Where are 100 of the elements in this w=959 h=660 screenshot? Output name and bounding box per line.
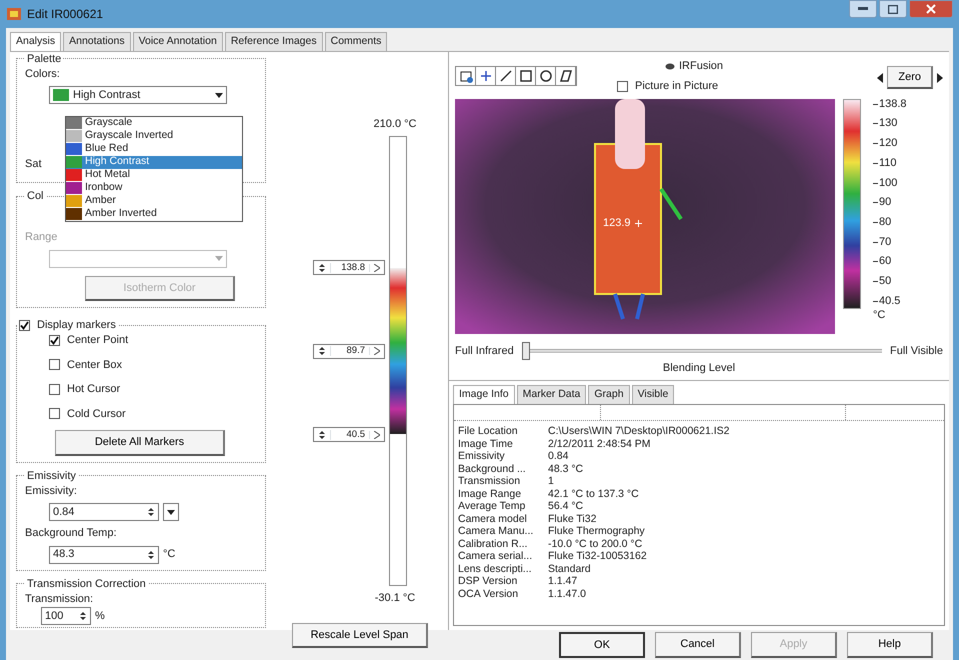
tab[interactable]: Comments bbox=[324, 32, 388, 51]
app-icon bbox=[6, 7, 22, 21]
table-cell: 1.1.47.0 bbox=[548, 588, 586, 600]
left-arrow-icon[interactable] bbox=[877, 72, 884, 82]
table-cell-text: Lens descripti... bbox=[458, 562, 533, 575]
tab[interactable]: Marker Data bbox=[516, 385, 586, 404]
dialog-button[interactable]: OK bbox=[559, 632, 645, 658]
group-title: Col bbox=[26, 189, 45, 203]
tab[interactable]: Image Info bbox=[453, 385, 515, 404]
chevron-icon bbox=[374, 347, 380, 356]
level-marker-handle[interactable]: 138.8 bbox=[313, 260, 385, 276]
scale-tick-label: 100 bbox=[873, 178, 907, 188]
slider-thumb[interactable] bbox=[522, 342, 530, 360]
dialog-button[interactable]: Cancel bbox=[655, 632, 741, 658]
checkbox-label: Display markers bbox=[37, 318, 116, 332]
polygon-tool-icon[interactable] bbox=[558, 68, 572, 83]
minimize-button[interactable] bbox=[849, 0, 877, 18]
background-temp-spinbox[interactable]: 48.3 bbox=[49, 546, 159, 564]
tab[interactable]: Analysis bbox=[10, 32, 62, 51]
checkbox[interactable] bbox=[19, 320, 30, 330]
dropdown-option[interactable]: Grayscale bbox=[66, 116, 242, 130]
checkbox[interactable] bbox=[49, 334, 60, 346]
table-cell: 48.3 °C bbox=[548, 462, 584, 475]
field-label: Sat bbox=[25, 157, 42, 172]
delete-markers-button[interactable]: Delete All Markers bbox=[55, 430, 225, 456]
level-marker-handle[interactable]: 89.7 bbox=[313, 344, 385, 359]
dropdown-option[interactable]: Ironbow bbox=[66, 182, 242, 195]
checkbox-label: Cold Cursor bbox=[67, 406, 126, 422]
group-title: Palette bbox=[26, 52, 62, 66]
tab[interactable]: Visible bbox=[632, 385, 674, 404]
spinner-arrows-icon[interactable] bbox=[318, 262, 326, 273]
checkbox-label: Center Point bbox=[67, 333, 128, 348]
scale-tick-label: 50 bbox=[873, 276, 907, 287]
dropdown-option[interactable]: Grayscale Inverted bbox=[66, 130, 242, 143]
maximize-button[interactable] bbox=[879, 0, 907, 18]
level-span-track[interactable] bbox=[389, 136, 407, 586]
level-marker-handle[interactable]: 40.5 bbox=[313, 427, 385, 442]
emissivity-spinbox[interactable]: 0.84 bbox=[49, 503, 159, 521]
tab[interactable]: Graph bbox=[588, 385, 630, 404]
rectangle-tool-icon[interactable] bbox=[518, 68, 532, 83]
table-cell: Standard bbox=[548, 562, 591, 575]
table-cell: Fluke Thermography bbox=[548, 525, 645, 538]
dropdown-option[interactable]: Hot Metal bbox=[66, 168, 242, 182]
table-cell-text: Average Temp bbox=[458, 500, 526, 512]
scale-tick-label: 130 bbox=[873, 118, 907, 130]
field-label: Emissivity: bbox=[25, 484, 78, 498]
table-cell-text: File Location bbox=[458, 425, 519, 438]
line-tool-icon[interactable] bbox=[498, 68, 512, 83]
table-cell-text: Camera serial... bbox=[458, 550, 534, 562]
tab[interactable]: Voice Annotation bbox=[132, 32, 223, 51]
ellipse-tool-icon[interactable] bbox=[538, 68, 552, 83]
scale-tick-label: 90 bbox=[873, 197, 907, 208]
scale-tick-label: 70 bbox=[873, 236, 907, 248]
tab[interactable]: Reference Images bbox=[224, 32, 323, 51]
checkbox[interactable] bbox=[617, 81, 628, 92]
table-cell: 56.4 °C bbox=[548, 500, 584, 512]
checkbox[interactable] bbox=[49, 359, 60, 370]
spinner-arrows-icon[interactable] bbox=[318, 346, 326, 356]
table-cell: 42.1 °C to 137.3 °C bbox=[548, 488, 639, 500]
unit-label: % bbox=[95, 608, 105, 624]
dialog-button[interactable]: Help bbox=[847, 632, 933, 658]
scale-max-label: 210.0 °C bbox=[374, 116, 416, 132]
spinner-arrows-icon[interactable] bbox=[147, 507, 155, 517]
dropdown-option[interactable]: High Contrast bbox=[66, 156, 242, 169]
field-label: Background Temp: bbox=[25, 526, 118, 541]
dropdown-button[interactable] bbox=[163, 503, 179, 521]
section-label: IRFusion bbox=[679, 58, 724, 74]
table-cell-text: Transmission bbox=[458, 475, 522, 488]
field-value: High Contrast bbox=[73, 88, 142, 103]
checkbox-label: Picture in Picture bbox=[635, 79, 718, 94]
table-cell-text: Camera model bbox=[458, 512, 528, 525]
transmission-spinbox[interactable]: 100 bbox=[41, 607, 91, 625]
scale-min-label: -30.1 °C bbox=[374, 591, 416, 606]
right-arrow-icon[interactable] bbox=[937, 72, 943, 82]
checkbox[interactable] bbox=[49, 408, 60, 420]
spinner-arrows-icon[interactable] bbox=[318, 430, 326, 440]
scale-tick-label: 120 bbox=[873, 138, 907, 150]
marker-reading: 123.9 bbox=[603, 216, 631, 231]
scale-tick-label: 40.5 bbox=[873, 296, 907, 307]
caret-icon bbox=[167, 510, 175, 514]
select-tool-icon[interactable] bbox=[458, 68, 472, 83]
dropdown-option[interactable]: Blue Red bbox=[66, 142, 242, 156]
spinner-arrows-icon[interactable] bbox=[147, 550, 155, 560]
palette-dropdown[interactable]: High Contrast bbox=[49, 86, 227, 104]
table-cell: 2/12/2011 2:48:54 PM bbox=[548, 438, 651, 450]
field-label: Transmission: bbox=[25, 592, 94, 606]
crosshair-icon[interactable] bbox=[478, 68, 492, 83]
close-button[interactable] bbox=[909, 0, 953, 18]
table-cell-text: Camera Manu... bbox=[458, 525, 534, 538]
spinner-arrows-icon[interactable] bbox=[79, 611, 87, 621]
caret-icon bbox=[215, 256, 223, 261]
dropdown-option[interactable]: Amber bbox=[66, 194, 242, 208]
dropdown-option[interactable]: Amber Inverted bbox=[66, 208, 242, 221]
table-cell-text: OCA Version bbox=[458, 588, 520, 600]
zero-button[interactable]: Zero bbox=[887, 66, 933, 90]
tab[interactable]: Annotations bbox=[63, 32, 131, 51]
checkbox[interactable] bbox=[49, 384, 60, 395]
scale-tick-label: 60 bbox=[873, 256, 907, 268]
rescale-button[interactable]: Rescale Level Span bbox=[292, 622, 428, 648]
group-title: Transmission Correction bbox=[26, 576, 147, 590]
